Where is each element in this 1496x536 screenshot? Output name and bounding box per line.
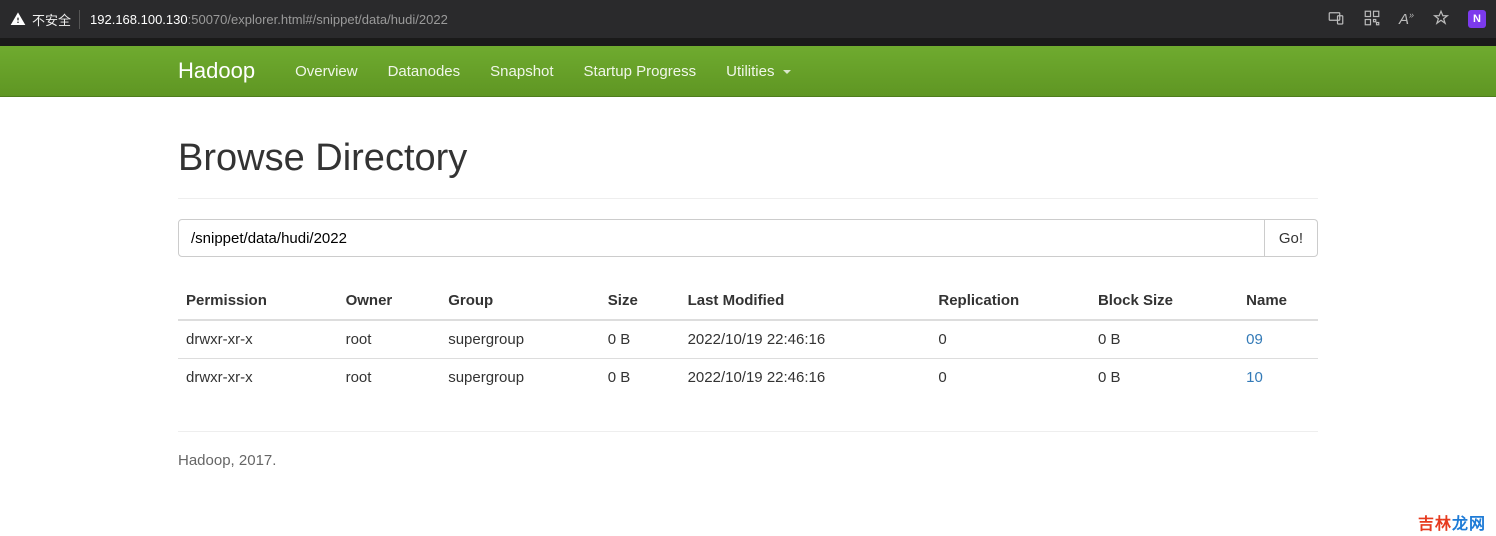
path-input[interactable] <box>178 219 1265 257</box>
cell-size: 0 B <box>600 320 680 359</box>
th-permission: Permission <box>178 282 338 320</box>
cell-name: 10 <box>1238 359 1318 397</box>
browser-toolbar-right: A» N <box>1327 9 1486 30</box>
browser-address-bar: 不安全 192.168.100.130:50070/explorer.html#… <box>0 0 1496 38</box>
table-row: drwxr-xr-xrootsupergroup0 B2022/10/19 22… <box>178 320 1318 359</box>
qr-icon[interactable] <box>1363 9 1381 30</box>
cell-owner: root <box>338 320 441 359</box>
url-path: :50070/explorer.html#/snippet/data/hudi/… <box>188 12 448 27</box>
cell-permission: drwxr-xr-x <box>178 359 338 397</box>
th-last-modified: Last Modified <box>680 282 931 320</box>
cell-size: 0 B <box>600 359 680 397</box>
extension-badge[interactable]: N <box>1468 10 1486 28</box>
cell-block-size: 0 B <box>1090 320 1238 359</box>
caret-down-icon <box>783 70 791 74</box>
favorite-icon[interactable] <box>1432 9 1450 30</box>
watermark: 吉林龙网 <box>1418 510 1486 534</box>
th-name: Name <box>1238 282 1318 320</box>
url-display[interactable]: 192.168.100.130:50070/explorer.html#/sni… <box>90 12 1321 27</box>
table-row: drwxr-xr-xrootsupergroup0 B2022/10/19 22… <box>178 359 1318 397</box>
watermark-a: 吉林 <box>1418 516 1452 533</box>
go-button[interactable]: Go! <box>1265 219 1318 257</box>
nav-utilities-label: Utilities <box>726 63 774 80</box>
table-header-row: Permission Owner Group Size Last Modifie… <box>178 282 1318 320</box>
warning-icon <box>10 11 26 27</box>
cell-last-modified: 2022/10/19 22:46:16 <box>680 359 931 397</box>
url-host: 192.168.100.130 <box>90 12 188 27</box>
th-block-size: Block Size <box>1090 282 1238 320</box>
cell-last-modified: 2022/10/19 22:46:16 <box>680 320 931 359</box>
devices-icon[interactable] <box>1327 9 1345 30</box>
dir-link[interactable]: 09 <box>1246 331 1263 348</box>
content-container: Browse Directory Go! Permission Owner Gr… <box>163 137 1333 469</box>
cell-permission: drwxr-xr-x <box>178 320 338 359</box>
cell-block-size: 0 B <box>1090 359 1238 397</box>
nav-overview[interactable]: Overview <box>280 48 373 95</box>
th-group: Group <box>440 282 600 320</box>
th-size: Size <box>600 282 680 320</box>
cell-name: 09 <box>1238 320 1318 359</box>
th-replication: Replication <box>930 282 1090 320</box>
nav-datanodes[interactable]: Datanodes <box>373 48 476 95</box>
footer-text: Hadoop, 2017. <box>178 452 1318 469</box>
nav-startup-progress[interactable]: Startup Progress <box>569 48 712 95</box>
directory-table: Permission Owner Group Size Last Modifie… <box>178 282 1318 396</box>
divider <box>178 198 1318 199</box>
page-title: Browse Directory <box>178 137 1318 180</box>
insecure-label: 不安全 <box>32 10 80 29</box>
cell-owner: root <box>338 359 441 397</box>
cell-replication: 0 <box>930 320 1090 359</box>
watermark-b: 龙网 <box>1452 516 1486 533</box>
cell-group: supergroup <box>440 359 600 397</box>
path-row: Go! <box>178 219 1318 257</box>
tab-strip <box>0 38 1496 46</box>
nav-snapshot[interactable]: Snapshot <box>475 48 568 95</box>
footer-divider <box>178 431 1318 432</box>
text-size-icon[interactable]: A» <box>1399 10 1414 28</box>
cell-group: supergroup <box>440 320 600 359</box>
nav-utilities[interactable]: Utilities <box>711 48 806 95</box>
main-nav: Hadoop Overview Datanodes Snapshot Start… <box>0 46 1496 97</box>
brand[interactable]: Hadoop <box>178 46 270 96</box>
dir-link[interactable]: 10 <box>1246 369 1263 386</box>
th-owner: Owner <box>338 282 441 320</box>
cell-replication: 0 <box>930 359 1090 397</box>
